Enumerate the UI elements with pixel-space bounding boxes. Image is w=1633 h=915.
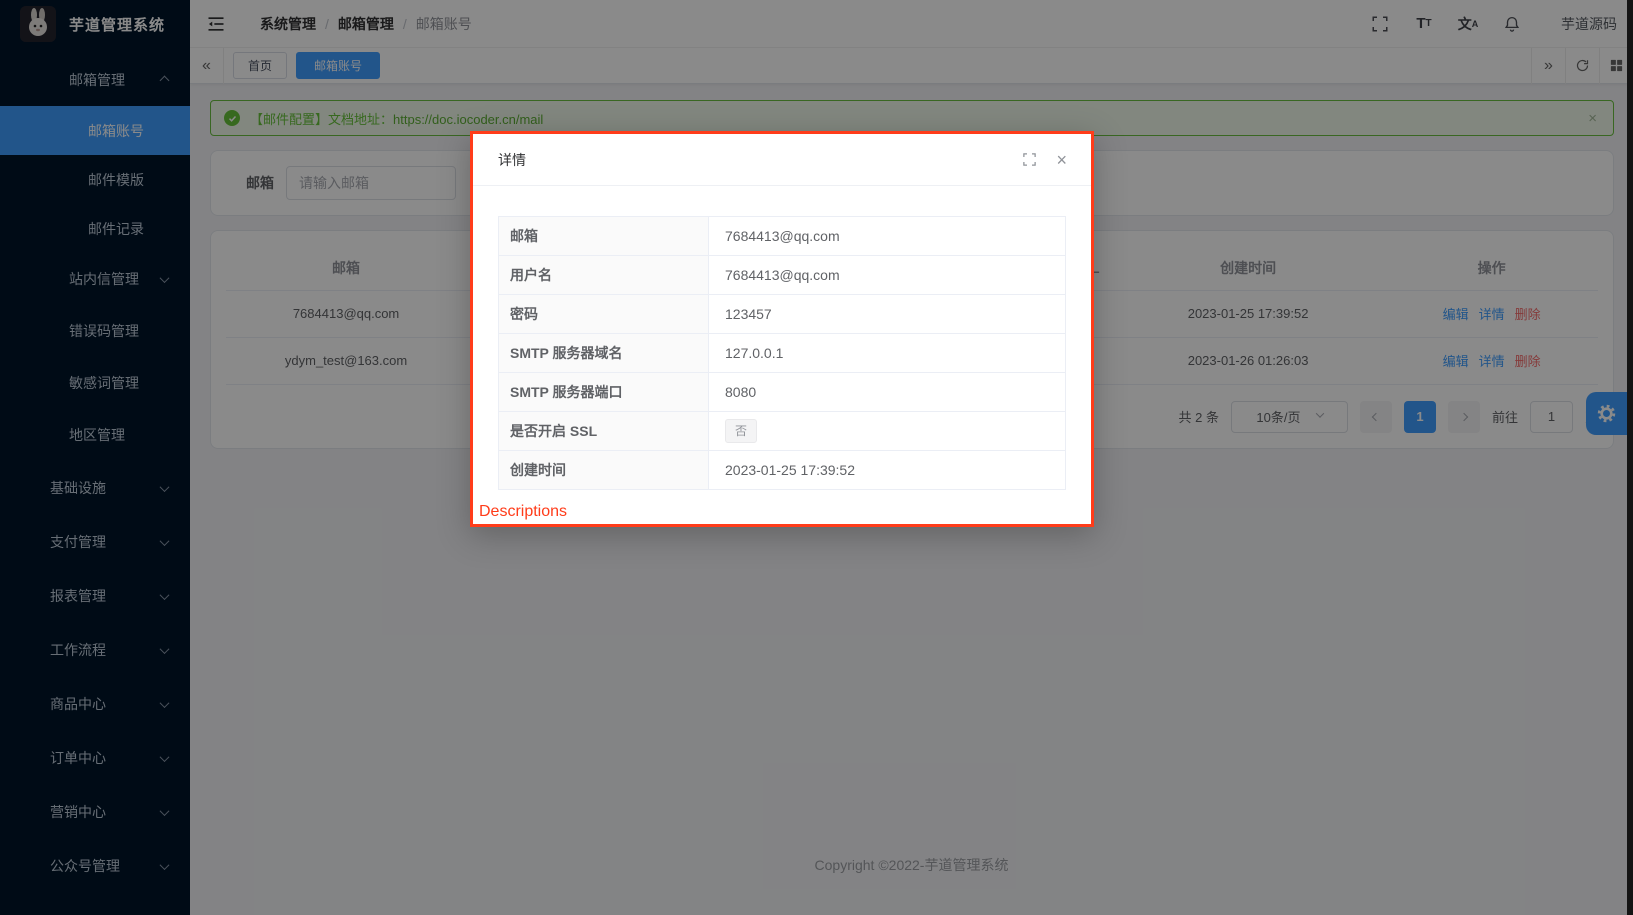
desc-label: 密码 bbox=[499, 295, 709, 334]
desc-label: 创建时间 bbox=[499, 451, 709, 490]
desc-value: 123457 bbox=[709, 295, 1066, 334]
modal-fullscreen-icon[interactable] bbox=[1022, 152, 1037, 167]
desc-label: 邮箱 bbox=[499, 217, 709, 256]
modal-title: 详情 bbox=[498, 150, 526, 170]
modal-body: 邮箱7684413@qq.com 用户名7684413@qq.com 密码123… bbox=[473, 186, 1091, 490]
desc-label: 是否开启 SSL bbox=[499, 412, 709, 451]
desc-label: SMTP 服务器域名 bbox=[499, 334, 709, 373]
modal-close-icon[interactable]: × bbox=[1056, 151, 1067, 169]
desc-value: 2023-01-25 17:39:52 bbox=[709, 451, 1066, 490]
desc-row: SMTP 服务器域名127.0.0.1 bbox=[499, 334, 1066, 373]
desc-row: 密码123457 bbox=[499, 295, 1066, 334]
descriptions-table: 邮箱7684413@qq.com 用户名7684413@qq.com 密码123… bbox=[498, 216, 1066, 490]
ssl-tag: 否 bbox=[725, 419, 757, 443]
detail-modal: 详情 × 邮箱7684413@qq.com 用户名7684413@qq.com … bbox=[470, 131, 1094, 527]
desc-value: 否 bbox=[709, 412, 1066, 451]
annotation-label: Descriptions bbox=[479, 503, 567, 521]
desc-row: SMTP 服务器端口8080 bbox=[499, 373, 1066, 412]
modal-header: 详情 × bbox=[473, 134, 1091, 186]
desc-row: 是否开启 SSL 否 bbox=[499, 412, 1066, 451]
desc-value: 8080 bbox=[709, 373, 1066, 412]
desc-label: 用户名 bbox=[499, 256, 709, 295]
desc-value: 127.0.0.1 bbox=[709, 334, 1066, 373]
window-edge-strip bbox=[1627, 0, 1633, 915]
desc-row: 用户名7684413@qq.com bbox=[499, 256, 1066, 295]
desc-value: 7684413@qq.com bbox=[709, 256, 1066, 295]
desc-row: 创建时间2023-01-25 17:39:52 bbox=[499, 451, 1066, 490]
desc-row: 邮箱7684413@qq.com bbox=[499, 217, 1066, 256]
desc-value: 7684413@qq.com bbox=[709, 217, 1066, 256]
desc-label: SMTP 服务器端口 bbox=[499, 373, 709, 412]
